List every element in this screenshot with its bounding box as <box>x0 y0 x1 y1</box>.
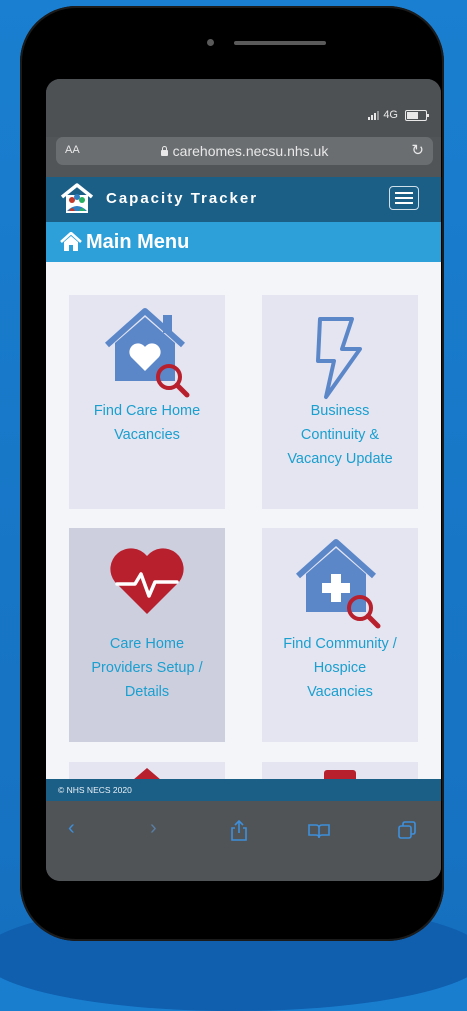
phone-screen: 4G AA carehomes.necsu.nhs.uk ↻ Capacity … <box>46 79 441 881</box>
browser-toolbar: ‹ › <box>46 801 441 881</box>
reload-icon[interactable]: ↻ <box>411 141 424 159</box>
tile-partial-right[interactable] <box>262 762 418 779</box>
chevron-left-icon[interactable]: ‹ <box>68 817 75 840</box>
hamburger-icon[interactable] <box>389 186 419 210</box>
chevron-right-icon[interactable]: › <box>150 817 157 840</box>
camera-dot <box>207 39 214 46</box>
home-icon <box>60 232 82 251</box>
status-indicators: 4G <box>368 109 429 121</box>
capacity-tracker-logo <box>60 183 94 213</box>
copyright-text: © NHS NECS 2020 <box>58 785 132 795</box>
tile-label: Find Care Home Vacancies <box>93 403 201 443</box>
tile-label: Business Continuity & Vacancy Update <box>287 403 393 467</box>
share-icon[interactable] <box>230 819 248 841</box>
url-display[interactable]: carehomes.necsu.nhs.uk <box>56 143 433 159</box>
main-menu-grid: Find Care Home Vacancies Business Contin… <box>46 262 441 779</box>
house-icon <box>134 768 160 779</box>
network-label: 4G <box>383 109 398 121</box>
speaker-grille <box>234 41 326 45</box>
tile-business-continuity-vacancy-update[interactable]: Business Continuity & Vacancy Update <box>262 295 418 509</box>
tile-partial-left[interactable] <box>69 762 225 779</box>
tile-care-home-providers-setup[interactable]: Care Home Providers Setup / Details <box>69 528 225 742</box>
lightning-icon <box>316 317 362 399</box>
tabs-icon[interactable] <box>398 821 416 839</box>
app-header: Capacity Tracker <box>46 177 441 222</box>
tile-label: Care Home Providers Setup / Details <box>91 636 203 700</box>
tile-find-community-hospice-vacancies[interactable]: Find Community / Hospice Vacancies <box>262 528 418 742</box>
lock-icon <box>160 146 168 156</box>
address-bar[interactable]: AA carehomes.necsu.nhs.uk ↻ <box>56 137 433 165</box>
page-title-bar: Main Menu <box>46 222 441 262</box>
tile-label: Find Community / Hospice Vacancies <box>283 636 397 700</box>
box-icon <box>324 770 356 779</box>
house-cross-search-icon <box>295 539 381 629</box>
book-icon[interactable] <box>308 823 330 839</box>
page-footer: © NHS NECS 2020 <box>46 779 441 801</box>
heart-pulse-icon <box>110 548 184 614</box>
tile-find-care-home-vacancies[interactable]: Find Care Home Vacancies <box>69 295 225 509</box>
battery-icon <box>405 109 429 121</box>
brand-name: Capacity Tracker <box>106 190 259 207</box>
page-title: Main Menu <box>86 231 190 253</box>
url-text: carehomes.necsu.nhs.uk <box>172 143 329 159</box>
house-heart-search-icon <box>104 308 190 398</box>
status-bar: 4G <box>46 79 441 137</box>
signal-icon <box>368 110 380 120</box>
